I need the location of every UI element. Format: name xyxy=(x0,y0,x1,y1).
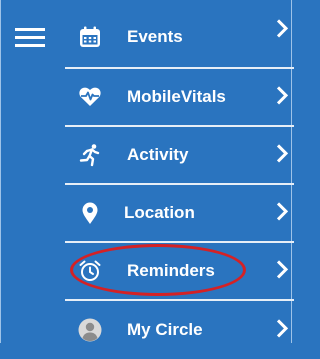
menu-item-label: Location xyxy=(124,203,195,222)
menu-item-activity[interactable]: Activity xyxy=(65,127,294,185)
map-pin-icon xyxy=(82,202,98,224)
chevron-right-icon xyxy=(276,202,288,221)
menu-item-mobilevitals[interactable]: MobileVitals xyxy=(65,69,294,127)
side-menu: Events MobileVitals Activity Location Re… xyxy=(65,0,294,359)
menu-item-reminders[interactable]: Reminders xyxy=(65,243,294,301)
heart-pulse-icon xyxy=(79,87,101,106)
chevron-right-icon xyxy=(276,19,288,38)
menu-item-label: Events xyxy=(127,26,183,46)
menu-item-label: Reminders xyxy=(127,261,215,280)
alarm-clock-icon xyxy=(79,260,101,281)
menu-item-label: My Circle xyxy=(127,320,203,339)
chevron-right-icon xyxy=(276,144,288,163)
calendar-icon xyxy=(80,26,100,47)
menu-item-label: Activity xyxy=(127,145,189,164)
menu-item-label: MobileVitals xyxy=(127,87,226,106)
chevron-right-icon xyxy=(276,86,288,105)
menu-item-location[interactable]: Location xyxy=(65,185,294,243)
running-person-icon xyxy=(79,144,100,167)
person-icon xyxy=(78,318,102,342)
hamburger-icon[interactable] xyxy=(15,28,45,48)
chevron-right-icon xyxy=(276,319,288,338)
menu-item-events[interactable]: Events xyxy=(65,0,294,69)
chevron-right-icon xyxy=(276,260,288,279)
menu-item-my-circle[interactable]: My Circle xyxy=(65,301,294,359)
